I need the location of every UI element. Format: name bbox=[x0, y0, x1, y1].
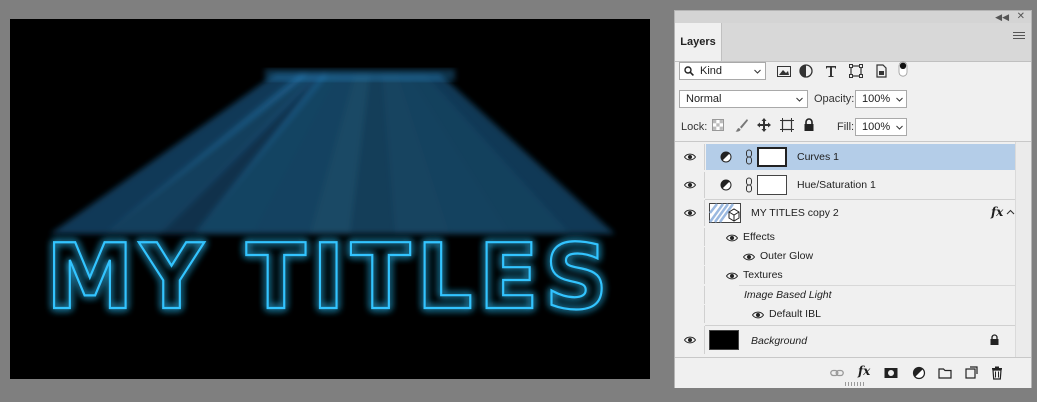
resize-grip[interactable] bbox=[845, 382, 865, 386]
layer-name[interactable]: MY TITLES copy 2 bbox=[751, 207, 839, 219]
chevron-up-icon[interactable] bbox=[1006, 208, 1015, 217]
filter-pixel-icon[interactable] bbox=[776, 63, 792, 79]
visibility-column bbox=[675, 305, 705, 323]
eye-icon[interactable] bbox=[726, 234, 738, 242]
trash-icon[interactable] bbox=[990, 366, 1004, 380]
3d-layer-thumbnail[interactable] bbox=[709, 203, 741, 223]
filter-toggle-icon[interactable] bbox=[895, 61, 911, 77]
fill-field[interactable]: 100% bbox=[855, 118, 907, 136]
filter-type-icon[interactable] bbox=[823, 63, 839, 79]
layer-mask-thumbnail[interactable] bbox=[757, 147, 787, 167]
textures-row[interactable]: Textures bbox=[675, 266, 1031, 284]
eye-icon[interactable] bbox=[684, 153, 696, 161]
fx-badge[interactable]: fx bbox=[991, 205, 1003, 219]
visibility-column bbox=[675, 247, 705, 265]
layer-name[interactable]: Background bbox=[751, 335, 807, 347]
lock-all-icon[interactable] bbox=[801, 117, 817, 133]
neon-title-text: MY TITLES bbox=[46, 225, 614, 330]
opacity-label: Opacity: bbox=[814, 93, 855, 105]
visibility-column bbox=[675, 286, 705, 304]
lock-artboard-icon[interactable] bbox=[779, 117, 795, 133]
fill-value: 100% bbox=[862, 121, 891, 133]
image-based-light-label: Image Based Light bbox=[744, 289, 832, 301]
filter-kind-value: Kind bbox=[700, 65, 723, 77]
opacity-value: 100% bbox=[862, 93, 891, 105]
outer-glow-row[interactable]: Outer Glow bbox=[675, 247, 1031, 265]
textures-label: Textures bbox=[743, 269, 783, 281]
fx-icon[interactable]: fx bbox=[858, 364, 870, 378]
effects-row[interactable]: Effects bbox=[675, 228, 1031, 246]
lock-pixels-brush-icon[interactable] bbox=[734, 117, 750, 133]
adjustment-layer-icon bbox=[720, 179, 732, 191]
chain-link-icon[interactable] bbox=[745, 177, 753, 193]
layers-panel: ◀◀ ✕ Layers Kind Normal Opacity: 100% Lo… bbox=[674, 10, 1032, 388]
layer-row-3d-text[interactable]: MY TITLES copy 2 fx bbox=[675, 200, 1031, 226]
extrusion-rays bbox=[50, 74, 615, 234]
filter-shape-icon[interactable] bbox=[848, 63, 864, 79]
default-ibl-row[interactable]: Default IBL bbox=[675, 305, 1031, 323]
eye-icon[interactable] bbox=[684, 181, 696, 189]
tab-layers[interactable]: Layers bbox=[675, 23, 722, 61]
filter-kind-select[interactable]: Kind bbox=[679, 62, 766, 80]
eye-icon[interactable] bbox=[752, 311, 764, 319]
eye-icon[interactable] bbox=[726, 272, 738, 280]
chain-link-icon[interactable] bbox=[745, 149, 753, 165]
default-ibl-label: Default IBL bbox=[769, 308, 821, 320]
layer-name[interactable]: Curves 1 bbox=[797, 151, 839, 163]
search-icon bbox=[684, 66, 694, 76]
adjustment-layer-icon bbox=[720, 151, 732, 163]
blend-mode-value: Normal bbox=[686, 93, 722, 105]
layer-mask-thumbnail[interactable] bbox=[757, 175, 787, 195]
chevron-down-icon bbox=[796, 97, 803, 102]
effects-label: Effects bbox=[743, 231, 775, 243]
collapse-icon[interactable]: ◀◀ bbox=[995, 11, 1009, 23]
lock-icon bbox=[990, 334, 999, 345]
scrollbar[interactable] bbox=[1015, 142, 1031, 358]
adjustment-icon[interactable] bbox=[912, 366, 926, 380]
chevron-down-icon bbox=[896, 125, 903, 130]
eye-icon[interactable] bbox=[684, 209, 696, 217]
layers-list: Curves 1 Hue/Saturation 1 MY TITLES copy… bbox=[675, 141, 1031, 358]
group-folder-icon[interactable] bbox=[938, 366, 952, 380]
lock-position-move-icon[interactable] bbox=[756, 117, 772, 133]
layer-row-background[interactable]: Background bbox=[675, 326, 1031, 354]
background-thumbnail[interactable] bbox=[709, 330, 739, 350]
eye-icon[interactable] bbox=[743, 253, 755, 261]
layer-row-curves[interactable]: Curves 1 bbox=[675, 144, 1031, 170]
outer-glow-label: Outer Glow bbox=[760, 250, 814, 262]
opacity-field[interactable]: 100% bbox=[855, 90, 907, 108]
link-icon[interactable] bbox=[830, 366, 844, 380]
chevron-down-icon bbox=[896, 97, 903, 102]
image-based-light-row[interactable]: Image Based Light bbox=[675, 286, 1031, 304]
chevron-down-icon bbox=[754, 69, 761, 74]
visibility-column bbox=[675, 228, 705, 246]
fill-label: Fill: bbox=[837, 121, 855, 133]
close-icon[interactable]: ✕ bbox=[1017, 11, 1025, 23]
canvas-artwork: MY TITLES bbox=[45, 69, 615, 331]
filter-adjustment-icon[interactable] bbox=[798, 63, 814, 79]
panel-tab-bar bbox=[675, 23, 1031, 62]
mask-icon[interactable] bbox=[884, 366, 898, 380]
lock-transparent-icon[interactable] bbox=[712, 119, 724, 131]
eye-icon[interactable] bbox=[684, 336, 696, 344]
new-layer-icon[interactable] bbox=[964, 366, 978, 380]
lock-label: Lock: bbox=[681, 121, 708, 133]
layer-row-hue-saturation[interactable]: Hue/Saturation 1 bbox=[675, 172, 1031, 198]
blend-mode-select[interactable]: Normal bbox=[679, 90, 808, 108]
panel-menu-icon[interactable] bbox=[1013, 30, 1025, 41]
visibility-column bbox=[675, 266, 705, 284]
filter-smart-object-icon[interactable] bbox=[873, 63, 889, 79]
document-canvas[interactable]: MY TITLES bbox=[10, 19, 650, 379]
panel-title-strip[interactable] bbox=[675, 11, 1031, 23]
layer-name[interactable]: Hue/Saturation 1 bbox=[797, 179, 876, 191]
